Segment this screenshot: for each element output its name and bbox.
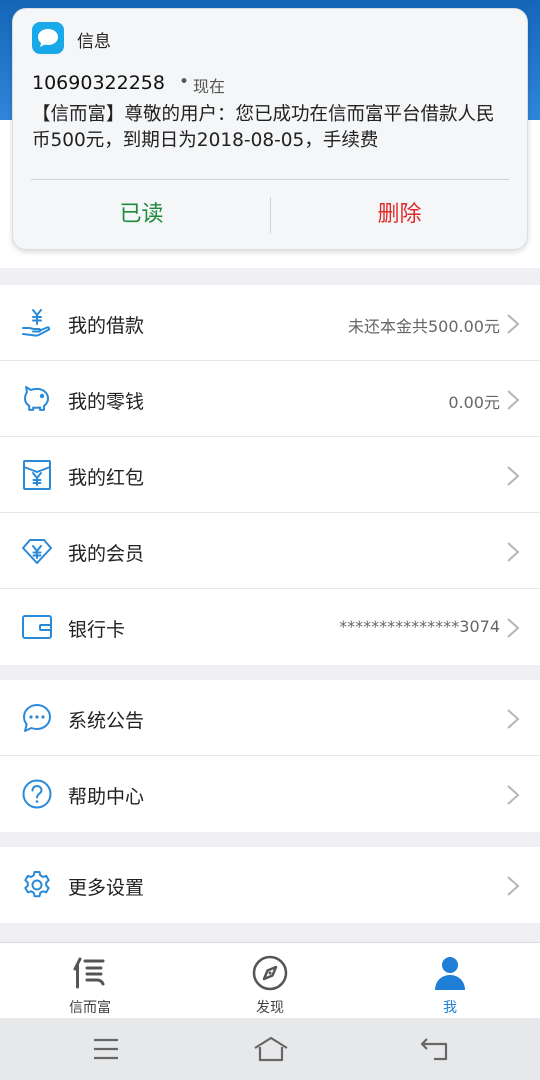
menu-item-label: 我的零钱 bbox=[68, 391, 145, 413]
menu-item-label: 我的借款 bbox=[68, 315, 145, 337]
chat-bubble-icon bbox=[23, 704, 51, 732]
xin-logo-icon bbox=[73, 957, 105, 989]
notification-divider bbox=[31, 179, 509, 180]
menu-item-label: 银行卡 bbox=[68, 619, 126, 641]
chevron-right-icon bbox=[507, 314, 520, 334]
yen-hand-icon bbox=[22, 309, 51, 337]
chevron-right-icon bbox=[507, 466, 520, 486]
menu-item-label: 系统公告 bbox=[68, 710, 145, 732]
question-circle-icon bbox=[22, 779, 52, 809]
notification-app-name: 信息 bbox=[77, 32, 111, 52]
notification-sender: 10690322258 bbox=[32, 72, 165, 94]
info-menu: 系统公告 帮助中心 bbox=[0, 680, 540, 832]
menu-item-value: 0.00元 bbox=[448, 393, 500, 412]
settings-menu: 更多设置 bbox=[0, 847, 540, 923]
menu-item-label: 我的红包 bbox=[68, 467, 145, 489]
menu-item-my-loans[interactable]: 我的借款 未还本金共500.00元 bbox=[0, 285, 540, 361]
tab-bar: 信而富 发现 我 bbox=[0, 942, 540, 1018]
menu-item-label: 我的会员 bbox=[68, 543, 145, 565]
menu-item-label: 帮助中心 bbox=[68, 786, 145, 808]
gear-icon bbox=[24, 871, 50, 898]
notification-body: 【信而富】尊敬的用户：您已成功在信而富平台借款人民币500元，到期日为2018-… bbox=[32, 104, 495, 151]
home-icon[interactable] bbox=[253, 1035, 289, 1063]
menu-item-membership[interactable]: 我的会员 bbox=[0, 513, 540, 589]
chevron-right-icon bbox=[507, 785, 520, 805]
compass-icon bbox=[252, 955, 288, 991]
tab-discover[interactable]: 发现 bbox=[180, 943, 360, 1019]
chevron-right-icon bbox=[507, 618, 520, 638]
tab-label: 我 bbox=[443, 1000, 457, 1016]
red-envelope-icon bbox=[23, 460, 51, 490]
account-menu: 我的借款 未还本金共500.00元 我的零钱 0.00元 我的红包 我的会员 银… bbox=[0, 285, 540, 665]
piggy-bank-icon bbox=[24, 386, 49, 411]
mark-read-button[interactable]: 已读 bbox=[13, 187, 270, 243]
person-icon bbox=[435, 957, 465, 990]
delete-button[interactable]: 删除 bbox=[271, 187, 528, 243]
menu-item-help-center[interactable]: 帮助中心 bbox=[0, 756, 540, 832]
menu-item-announcements[interactable]: 系统公告 bbox=[0, 680, 540, 756]
chevron-right-icon bbox=[507, 542, 520, 562]
chevron-right-icon bbox=[507, 390, 520, 410]
menu-item-my-change[interactable]: 我的零钱 0.00元 bbox=[0, 361, 540, 437]
menu-item-value: 未还本金共500.00元 bbox=[348, 317, 500, 336]
menu-item-value: ***************3074 bbox=[339, 617, 500, 636]
menu-item-red-envelope[interactable]: 我的红包 bbox=[0, 437, 540, 513]
bank-card-icon bbox=[22, 615, 52, 639]
tab-label: 信而富 bbox=[69, 1000, 111, 1016]
tab-home[interactable]: 信而富 bbox=[0, 943, 180, 1019]
sms-notification[interactable]: 信息 10690322258 • 现在 【信而富】尊敬的用户：您已成功在信而富平… bbox=[12, 8, 528, 250]
notification-separator: • bbox=[179, 72, 190, 92]
diamond-yen-icon bbox=[22, 539, 52, 564]
tab-me[interactable]: 我 bbox=[360, 943, 540, 1019]
menu-item-label: 更多设置 bbox=[68, 877, 145, 899]
chevron-right-icon bbox=[507, 709, 520, 729]
system-nav-bar bbox=[0, 1018, 540, 1080]
menu-item-bank-card[interactable]: 银行卡 ***************3074 bbox=[0, 589, 540, 665]
menu-icon[interactable] bbox=[91, 1035, 121, 1063]
menu-item-more-settings[interactable]: 更多设置 bbox=[0, 847, 540, 923]
messages-app-icon bbox=[32, 22, 64, 54]
back-icon[interactable] bbox=[419, 1035, 449, 1063]
chevron-right-icon bbox=[507, 876, 520, 896]
notification-time: 现在 bbox=[193, 77, 226, 96]
tab-label: 发现 bbox=[256, 1000, 284, 1016]
